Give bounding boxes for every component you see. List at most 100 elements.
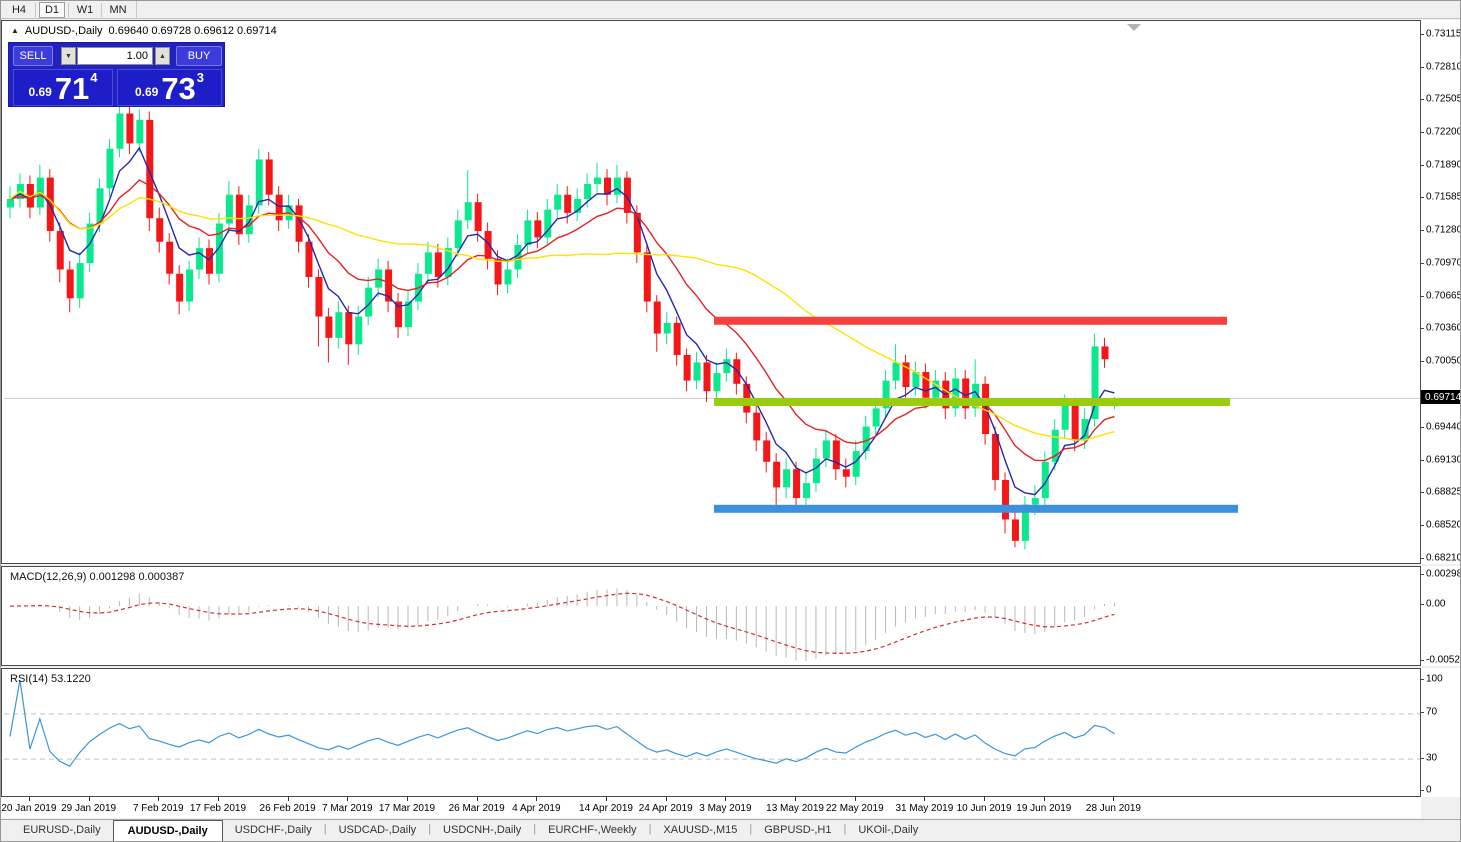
rsi-axis-label: 0 <box>1426 784 1432 796</box>
date-tick-mark <box>287 797 289 801</box>
price-axis-label: 0.71890 <box>1426 159 1461 171</box>
rsi-canvas[interactable] <box>2 669 1420 796</box>
buy-price-pip: 3 <box>196 70 205 85</box>
timeframe-button-w1[interactable]: W1 <box>72 2 98 18</box>
date-axis-label: 29 Jan 2019 <box>61 803 117 814</box>
axis-tick-mark <box>1421 790 1424 791</box>
date-axis-label: 26 Mar 2019 <box>448 803 505 814</box>
axis-tick-mark <box>1421 492 1424 494</box>
rsi-panel: RSI(14) 53.1220 <box>1 668 1421 797</box>
axis-tick-mark <box>1421 758 1424 759</box>
axis-tick-mark <box>1421 361 1424 363</box>
date-tick-mark <box>665 797 667 801</box>
price-axis-label: 0.71585 <box>1426 191 1461 203</box>
date-tick-mark <box>725 797 727 801</box>
chart-tab-eurchf[interactable]: EURCHF-,Weekly <box>536 820 648 840</box>
date-axis-label: 19 Jun 2019 <box>1016 803 1072 814</box>
axis-tick-mark <box>1421 295 1424 297</box>
macd-panel: MACD(12,26,9) 0.001298 0.000387 <box>1 566 1421 666</box>
collapse-triangle-icon[interactable]: ▲ <box>11 27 19 35</box>
price-axis-label: 0.73115 <box>1426 28 1461 40</box>
date-axis-label: 17 Mar 2019 <box>378 803 436 814</box>
price-axis[interactable]: 0.73115 0.72810 0.72505 0.72200 0.71890 0.715… <box>1421 20 1461 797</box>
macd-axis-label: 0.002984 <box>1426 568 1460 580</box>
price-chart-panel: ▲ AUDUSD-,Daily 0.69640 0.69728 0.69612 … <box>1 20 1421 564</box>
chart-tab-ukoil[interactable]: UKOil-,Daily <box>846 820 930 840</box>
axis-tick-mark <box>1421 558 1424 559</box>
price-axis-label: 0.72810 <box>1426 61 1461 73</box>
buy-price-box[interactable]: 0.69 73 3 <box>117 69 222 106</box>
chart-tab-eurusd[interactable]: EURUSD-,Daily <box>11 820 113 840</box>
price-axis-label: 0.70360 <box>1426 322 1461 334</box>
date-axis-label: 31 May 2019 <box>895 803 954 814</box>
date-axis-label: 13 May 2019 <box>766 803 824 814</box>
chart-tab-usdchf[interactable]: USDCHF-,Daily <box>223 820 324 840</box>
timeframe-toolbar: H4 D1 W1 MN <box>1 1 1460 19</box>
axis-tick-mark <box>1421 679 1424 680</box>
chart-tab-xauusd[interactable]: XAUUSD-,M15 <box>651 820 749 840</box>
chart-ohlc-values: 0.69640 0.69728 0.69612 0.69714 <box>108 25 277 37</box>
mt4-chart-window: H4 D1 W1 MN ▲ AUDUSD-,Daily 0.69640 0.69728… <box>0 0 1461 842</box>
date-axis-label: 10 Jun 2019 <box>956 803 1012 814</box>
chart-tab-usdcad[interactable]: USDCAD-,Daily <box>327 820 429 840</box>
timeframe-button-h4[interactable]: H4 <box>6 2 32 18</box>
date-tick-mark <box>217 797 219 801</box>
price-axis-label: 0.70050 <box>1426 355 1461 367</box>
sell-button[interactable]: SELL <box>13 46 53 66</box>
price-axis-label: 0.70665 <box>1426 290 1461 302</box>
date-tick-mark <box>28 797 30 801</box>
date-axis-label: 20 Jan 2019 <box>1 803 57 814</box>
date-axis[interactable]: 20 Jan 2019 29 Jan 2019 7 Feb 2019 17 Feb 2… <box>1 797 1421 818</box>
price-axis-label: 0.72505 <box>1426 93 1461 105</box>
date-axis-label: 14 Apr 2019 <box>579 803 633 814</box>
axis-tick-mark <box>1421 712 1424 713</box>
volume-input[interactable] <box>77 47 153 65</box>
axis-tick-mark <box>1421 197 1424 199</box>
sell-price-pip: 4 <box>90 70 98 85</box>
axis-tick-mark <box>1421 131 1424 133</box>
buy-button[interactable]: BUY <box>176 46 222 66</box>
axis-tick-mark <box>1421 263 1424 265</box>
macd-label: MACD(12,26,9) 0.001298 0.000387 <box>10 571 185 583</box>
trade-controls-row: SELL ▼ ▲ BUY <box>9 43 224 67</box>
date-tick-mark <box>1043 797 1045 801</box>
date-tick-mark <box>1113 797 1115 801</box>
chart-tab-gbpusd[interactable]: GBPUSD-,H1 <box>752 820 843 840</box>
sell-price-big: 71 <box>54 70 90 106</box>
chart-tab-usdcnh[interactable]: USDCNH-,Daily <box>431 820 533 840</box>
date-axis-label: 26 Feb 2019 <box>259 803 316 814</box>
axis-tick-mark <box>1421 230 1424 232</box>
axis-tick-mark <box>1421 660 1424 661</box>
timeframe-button-mn[interactable]: MN <box>105 2 131 18</box>
axis-tick-mark <box>1421 164 1424 166</box>
macd-axis-label: 0.00 <box>1426 598 1446 610</box>
timeframe-button-d1[interactable]: D1 <box>39 1 65 18</box>
axis-tick-mark <box>1421 524 1424 526</box>
axis-background <box>1421 668 1460 797</box>
price-axis-label: 0.68210 <box>1426 552 1461 564</box>
axis-background <box>1421 566 1460 666</box>
date-axis-label: 22 May 2019 <box>825 803 884 814</box>
date-tick-mark <box>984 797 986 801</box>
volume-decrease-button[interactable]: ▼ <box>61 47 76 65</box>
price-axis-label: 0.72200 <box>1426 126 1461 138</box>
sell-price-box[interactable]: 0.69 71 4 <box>13 69 113 106</box>
volume-increase-button[interactable]: ▲ <box>155 47 170 65</box>
macd-canvas[interactable] <box>2 567 1420 665</box>
date-axis-label: 7 Mar 2019 <box>322 803 373 814</box>
chart-tab-bar: EURUSD-,Daily AUDUSD-,Daily USDCHF-,Daily |… <box>1 819 1460 841</box>
axis-tick-mark <box>1421 34 1424 35</box>
date-tick-mark <box>476 797 478 801</box>
date-axis-label: 24 Apr 2019 <box>638 803 693 814</box>
price-axis-label: 0.69130 <box>1426 454 1461 466</box>
date-axis-label: 17 Feb 2019 <box>189 803 247 814</box>
sell-price-prefix: 0.69 <box>28 85 52 99</box>
date-tick-mark <box>536 797 538 801</box>
axis-tick-mark <box>1421 574 1424 575</box>
chart-tab-audusd[interactable]: AUDUSD-,Daily <box>112 820 223 841</box>
axis-tick-mark <box>1421 604 1424 605</box>
date-axis-label: 3 May 2019 <box>699 803 752 814</box>
toolbar-separator <box>35 2 36 17</box>
current-price-tag: 0.69714 <box>1421 390 1460 405</box>
axis-tick-mark <box>1421 99 1424 101</box>
